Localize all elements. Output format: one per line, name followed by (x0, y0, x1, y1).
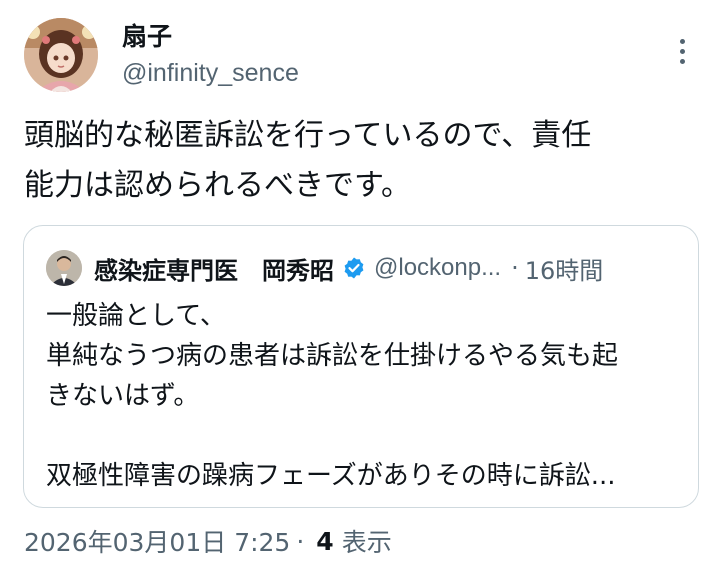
author-display-name[interactable]: 扇子 (122, 22, 172, 52)
verified-badge-icon (344, 257, 364, 279)
more-dot (679, 48, 685, 54)
author-avatar[interactable] (24, 18, 98, 92)
quoted-author-avatar (46, 250, 82, 286)
view-label: 表示 (341, 528, 392, 557)
more-dot (679, 38, 685, 44)
quoted-separator: · (511, 254, 519, 282)
tweet-datetime[interactable]: 2026年03月01日 7:25 (24, 523, 290, 559)
meta-separator: · (296, 526, 305, 556)
quoted-tweet-card[interactable]: 感染症専門医 岡秀昭 @lockonp... · 16時間 一般論として、 単純… (23, 225, 699, 508)
quoted-timestamp: 16時間 (524, 256, 604, 285)
more-dot (679, 58, 685, 64)
tweet-text: 頭脳的な秘匿訴訟を行っているので、責任 能力は認められるべきです。 (24, 118, 592, 203)
tweet-meta: 2026年03月01日 7:25 · 4 表示 (24, 524, 392, 558)
more-options-icon[interactable] (668, 34, 696, 68)
quoted-display-name: 感染症専門医 岡秀昭 (94, 256, 334, 285)
author-avatar-image (24, 18, 98, 92)
author-handle[interactable]: @infinity_sence (122, 58, 299, 88)
view-count: 4 (316, 526, 334, 556)
quoted-tweet-text: 一般論として、 単純なうつ病の患者は訴訟を仕掛けるやる気も起 きないはず。 双極… (46, 301, 619, 491)
quoted-header: 感染症専門医 岡秀昭 @lockonp... · 16時間 (94, 250, 603, 286)
tweet-detail: 扇子 @infinity_sence 頭脳的な秘匿訴訟を行っているので、責任 能… (0, 0, 720, 573)
quoted-avatar-image (46, 250, 82, 286)
quoted-handle: @lockonp... (374, 254, 502, 281)
